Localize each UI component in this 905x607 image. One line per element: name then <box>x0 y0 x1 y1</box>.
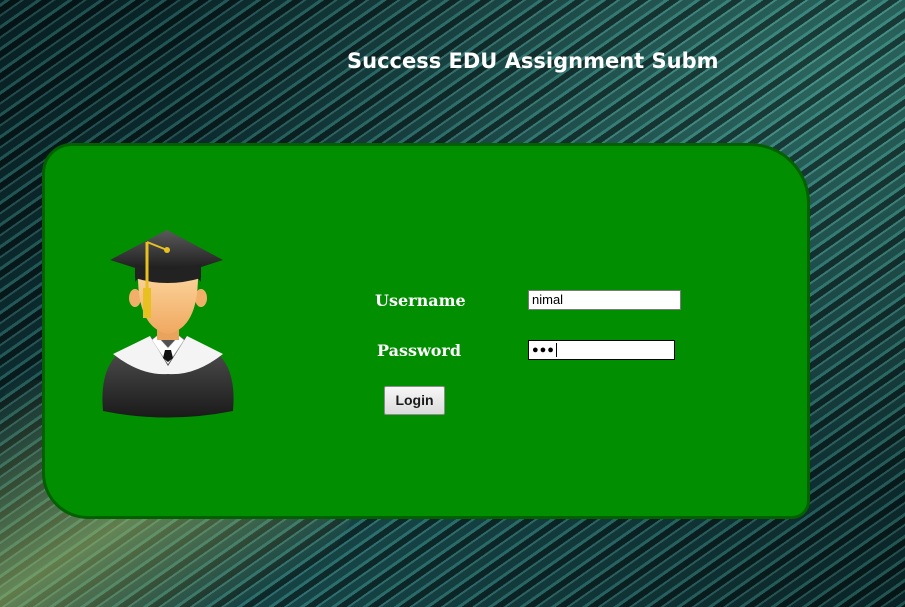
password-mask: ●●● <box>532 344 555 356</box>
graduate-avatar-icon <box>102 230 234 418</box>
username-label: Username <box>375 291 466 310</box>
username-input[interactable]: nimal <box>528 290 681 310</box>
page-title: Success EDU Assignment Submissi <box>347 49 719 73</box>
text-caret <box>555 343 557 358</box>
password-input[interactable]: ●●● <box>528 340 675 360</box>
password-label: Password <box>377 341 462 360</box>
login-button[interactable]: Login <box>384 386 445 415</box>
